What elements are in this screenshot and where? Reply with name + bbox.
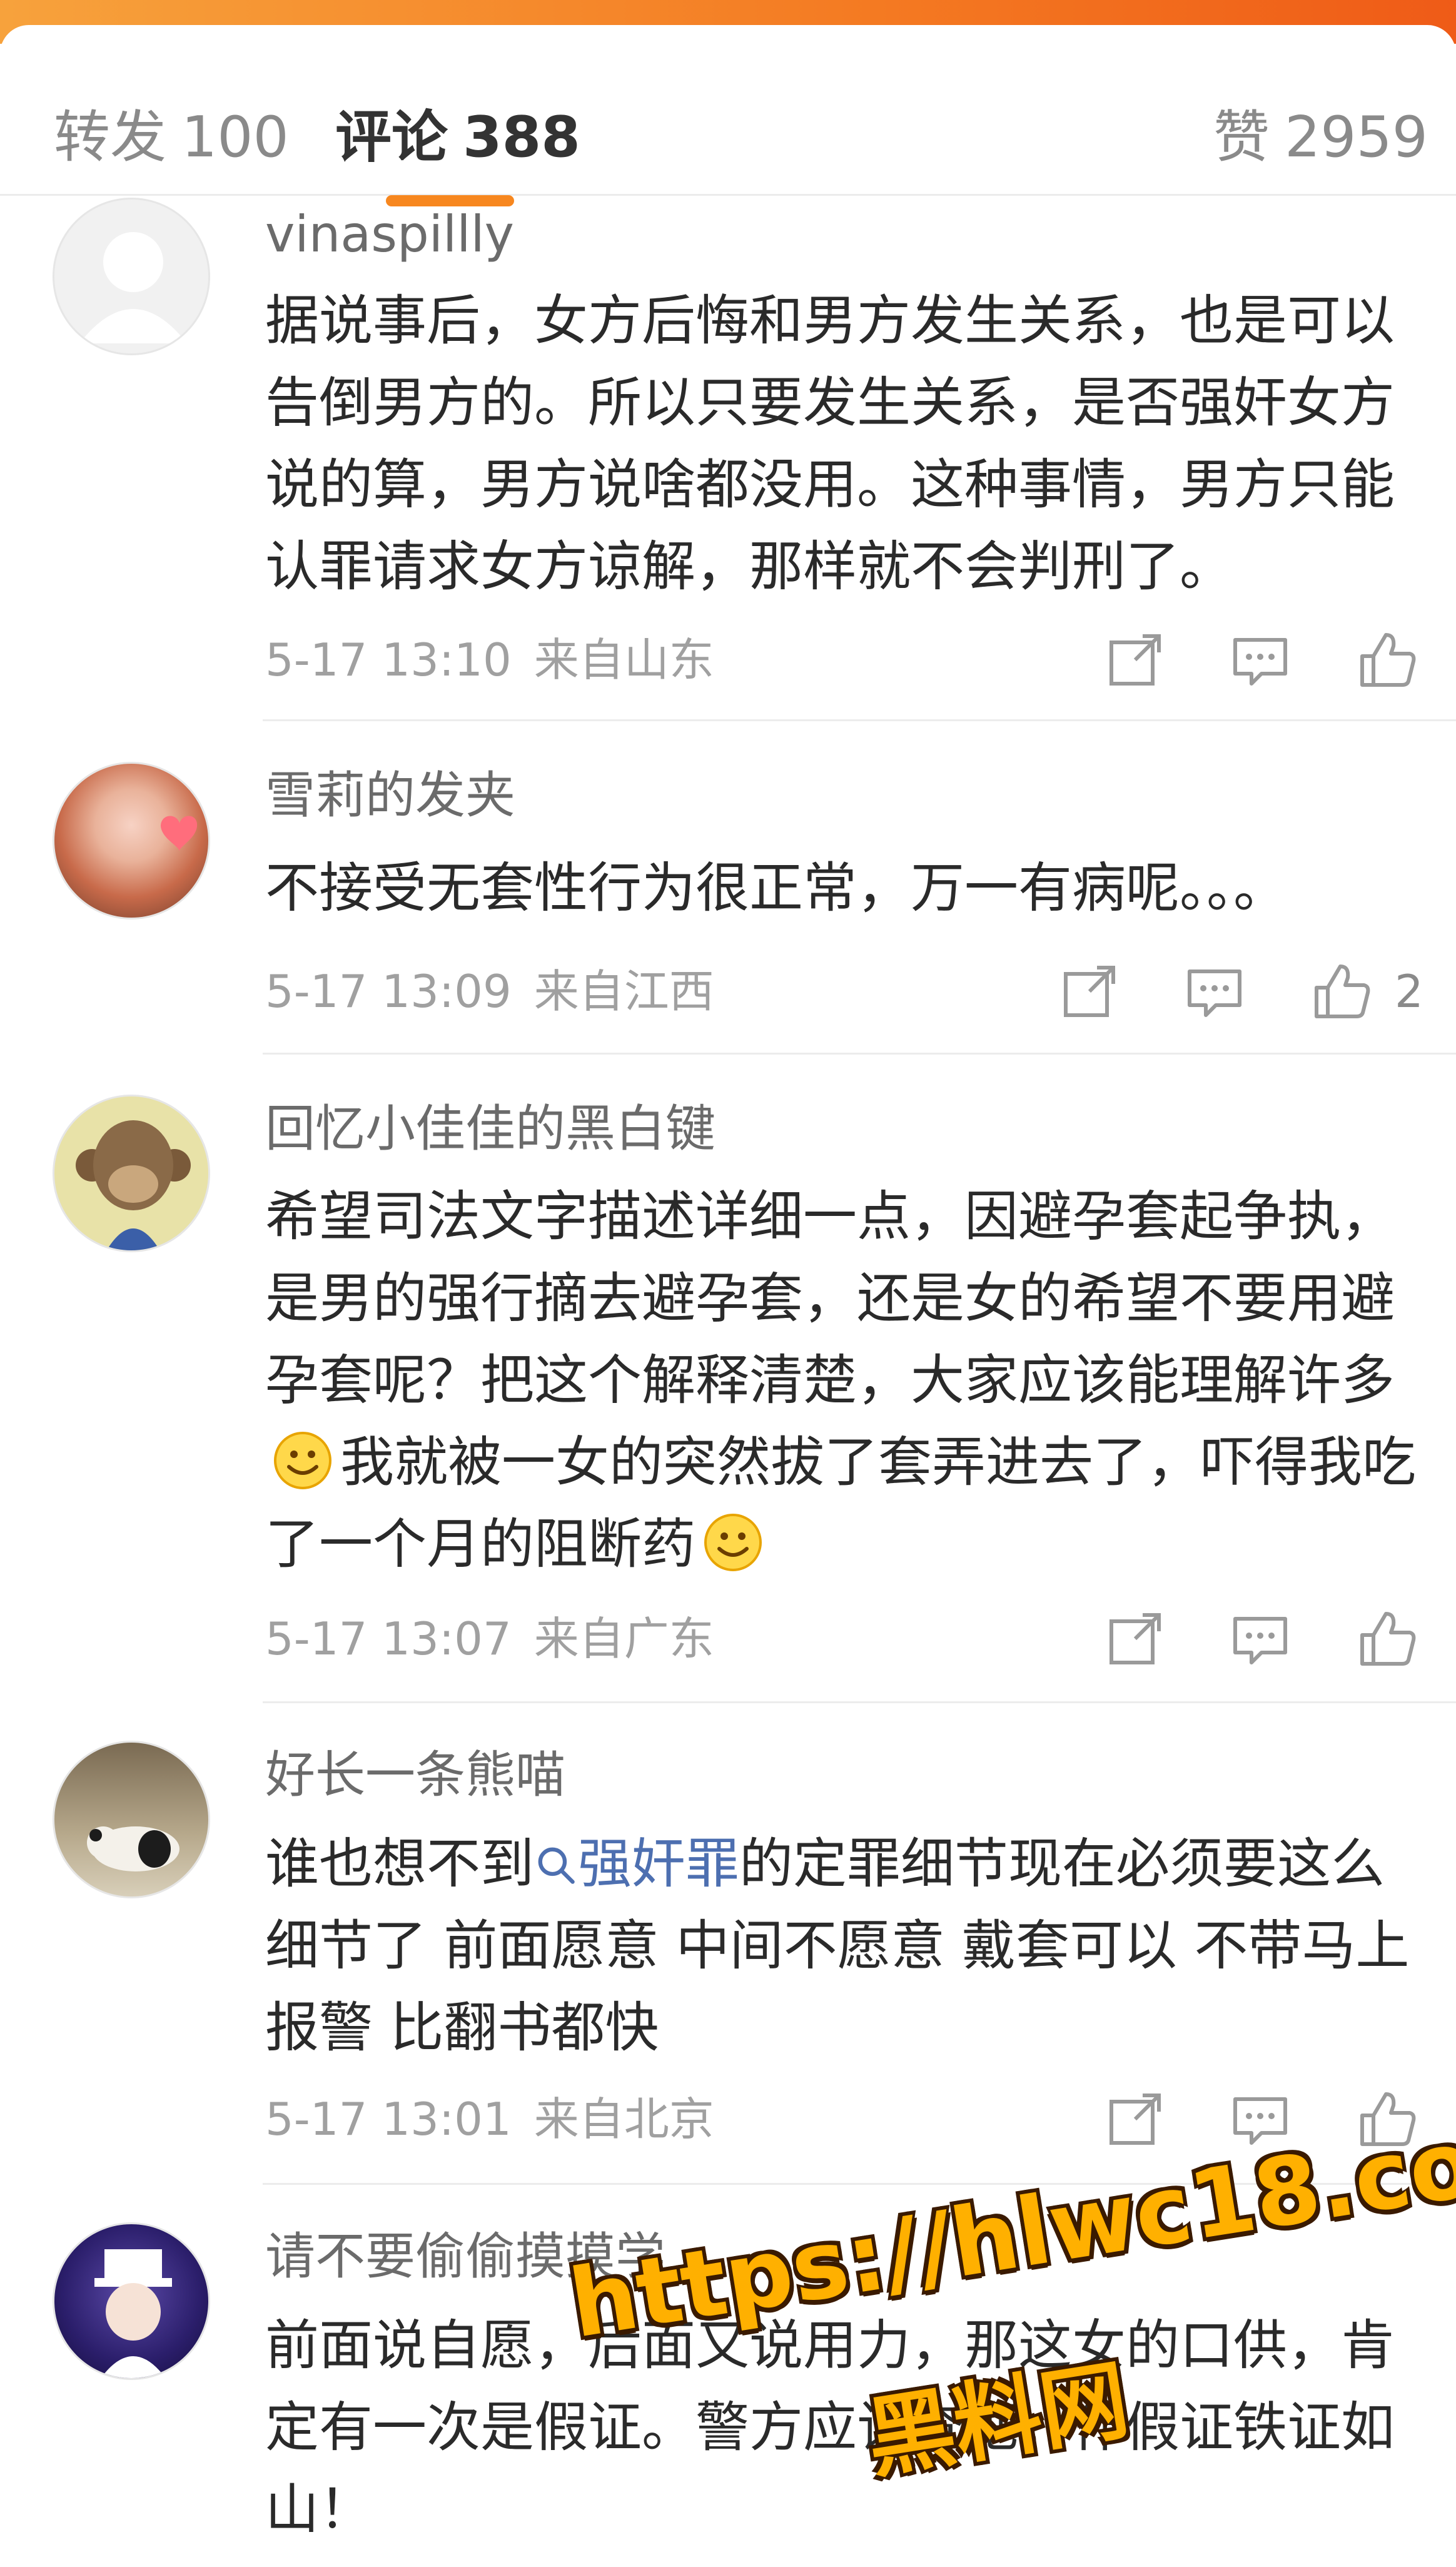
tab-header: 转发 100 评论 388 赞 2959: [0, 25, 1456, 206]
comment-divider: [263, 2183, 1456, 2185]
like-icon[interactable]: [1356, 2088, 1418, 2150]
comment-username[interactable]: 请不要偷偷摸摸学: [265, 2225, 665, 2288]
comment-location: 来自广东: [533, 1613, 714, 1665]
comment-username[interactable]: 雪莉的发夹: [265, 764, 515, 827]
comment-text: 据说事后，女方后悔和男方发生关系，也是可以告倒男方的。所以只要发生关系，是否强奸…: [265, 290, 1395, 598]
share-icon[interactable]: [1104, 629, 1166, 691]
tab-likes[interactable]: 赞 2959: [1213, 103, 1428, 172]
default-avatar-icon: [79, 232, 187, 343]
share-icon[interactable]: [1058, 960, 1121, 1023]
anime-avatar-icon: [94, 2249, 172, 2378]
tab-comments[interactable]: 评论 388: [335, 103, 580, 172]
comment-username[interactable]: vinaspillly: [265, 203, 514, 266]
comment-meta: 5-17 13:10 来自山东: [265, 632, 714, 688]
comment-text-part: 谁也想不到: [265, 1833, 534, 1895]
comment-meta: 5-17 13:01 来自北京: [265, 2091, 714, 2147]
panda-avatar-icon: [87, 1826, 179, 1871]
ape-avatar-icon: [76, 1120, 191, 1250]
comment-text-part: 希望司法文字描述详细一点，因避孕套起争执，是男的强行摘去避孕套，还是女的希望不要…: [265, 1185, 1395, 1412]
tab-repost[interactable]: 转发 100: [54, 103, 289, 172]
comment-meta: 5-17 13:07 来自广东: [265, 1611, 714, 1667]
comment-divider: [263, 719, 1456, 721]
share-icon[interactable]: [1104, 1608, 1166, 1670]
comment-text: 前面说自愿，后面又说用力，那这女的口供，肯定有一次是假证。警方应该查吧，作假证铁…: [265, 2314, 1395, 2541]
comment-icon[interactable]: [1229, 1608, 1292, 1670]
topic-link-label: 强奸罪: [578, 1833, 739, 1895]
tab-comments-label: 评论: [335, 104, 448, 170]
smile-emoji-icon: [704, 1514, 762, 1571]
search-icon: [538, 1847, 575, 1884]
tab-likes-label: 赞: [1213, 104, 1270, 170]
comment-text-part: 我就被一女的突然拔了套弄进去了，吓得我吃了一个月的阻断药: [265, 1431, 1416, 1576]
comment-divider: [263, 1053, 1456, 1055]
comment-location: 来自北京: [533, 2093, 714, 2145]
tab-comments-count: 388: [463, 104, 580, 170]
topic-link[interactable]: 强奸罪: [534, 1833, 739, 1895]
comment-text: 不接受无套性行为很正常，万一有病呢。。。: [265, 857, 1287, 919]
share-icon[interactable]: [1104, 2088, 1166, 2150]
comment-username[interactable]: 回忆小佳佳的黑白键: [265, 1098, 715, 1160]
avatar[interactable]: [53, 762, 210, 919]
comment-icon[interactable]: [1183, 960, 1246, 1023]
like-icon[interactable]: [1356, 629, 1418, 691]
avatar[interactable]: [53, 1095, 210, 1252]
comment-icon[interactable]: [1229, 2088, 1292, 2150]
comment-icon[interactable]: [1229, 629, 1292, 691]
avatar[interactable]: [53, 2222, 210, 2380]
tab-repost-count: 100: [181, 104, 289, 170]
avatar[interactable]: [53, 198, 210, 355]
like-count: 2: [1395, 965, 1423, 1018]
tab-repost-label: 转发: [54, 104, 166, 170]
comment-meta: 5-17 13:09 来自江西: [265, 963, 714, 1020]
like-icon[interactable]: [1356, 1608, 1418, 1670]
comment-location: 来自山东: [533, 634, 714, 686]
comment-time: 5-17 13:09: [265, 965, 512, 1018]
comment-time: 5-17 13:01: [265, 2093, 512, 2145]
comment-username[interactable]: 好长一条熊喵: [265, 1744, 565, 1806]
comment-text: 希望司法文字描述详细一点，因避孕套起争执，是男的强行摘去避孕套，还是女的希望不要…: [265, 1176, 1428, 1586]
comment-location: 来自江西: [533, 965, 714, 1018]
comment-time: 5-17 13:10: [265, 634, 512, 686]
avatar[interactable]: [53, 1741, 210, 1898]
like-icon[interactable]: [1310, 960, 1373, 1023]
tab-likes-count: 2959: [1285, 104, 1428, 170]
comment-divider: [263, 1701, 1456, 1703]
smile-emoji-icon: [274, 1432, 331, 1489]
comment-time: 5-17 13:07: [265, 1613, 512, 1665]
comment-text: 谁也想不到 强奸罪的定罪细节现在必须要这么细节了 前面愿意 中间不愿意 戴套可以 …: [265, 1823, 1428, 2069]
avatar-heart-icon: [161, 816, 198, 851]
